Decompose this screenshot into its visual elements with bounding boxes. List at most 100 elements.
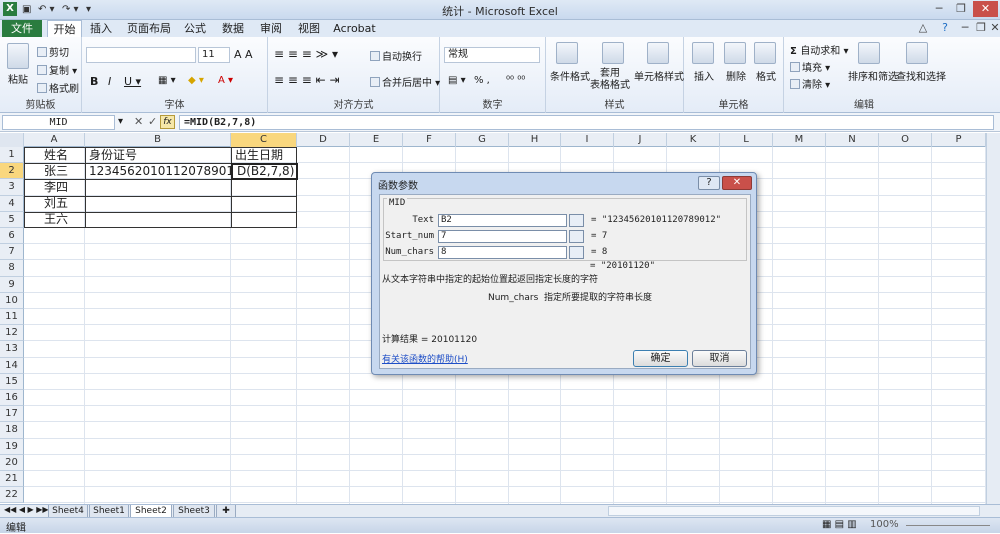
cell-c2-active[interactable]: D(B2,7,8) — [231, 163, 298, 180]
tab-file[interactable]: 文件 — [2, 20, 42, 37]
tab-formulas[interactable]: 公式 — [180, 20, 210, 37]
insert-cells-button[interactable]: 插入 — [694, 68, 714, 83]
row-header[interactable]: 7 — [0, 244, 24, 261]
cell-b2[interactable]: 12345620101120789012 — [85, 163, 242, 179]
row-header[interactable]: 12 — [0, 325, 24, 342]
insert-function-icon[interactable]: fx — [160, 115, 175, 129]
collapse-dialog-icon[interactable] — [569, 246, 584, 259]
insert-cells-icon[interactable] — [692, 42, 714, 64]
row-header[interactable]: 3 — [0, 179, 24, 196]
wrap-text-button[interactable]: 自动换行 — [370, 48, 422, 63]
doc-close-button[interactable]: ✕ — [984, 20, 1000, 36]
help-icon[interactable]: ? — [934, 20, 956, 36]
ok-button[interactable]: 确定 — [633, 350, 688, 367]
name-box[interactable]: MID — [2, 115, 115, 130]
clear-button[interactable]: 清除 ▾ — [790, 76, 830, 91]
function-help-link[interactable]: 有关该函数的帮助(H) — [382, 352, 468, 365]
sheet-nav-icons[interactable]: ◀◀ ◀ ▶ ▶▶ — [4, 505, 49, 514]
arg-input-start-num[interactable]: 7 — [438, 230, 567, 243]
italic-button[interactable]: I — [108, 75, 111, 88]
column-header[interactable]: H — [509, 133, 561, 147]
column-header[interactable]: N — [826, 133, 879, 147]
row-header[interactable]: 8 — [0, 260, 24, 277]
font-color-icon[interactable]: A ▾ — [218, 75, 233, 86]
find-select-icon[interactable] — [906, 42, 928, 64]
row-header[interactable]: 10 — [0, 292, 24, 309]
conditional-format-icon[interactable] — [556, 42, 578, 64]
border-icon[interactable]: ▦ ▾ — [158, 75, 176, 86]
underline-button[interactable]: U ▾ — [124, 75, 141, 88]
column-header[interactable]: J — [614, 133, 667, 147]
column-header[interactable]: I — [561, 133, 614, 147]
cell-styles-button[interactable]: 单元格样式 — [634, 68, 684, 83]
column-header[interactable]: C — [231, 133, 297, 147]
cell-a4[interactable]: 刘五 — [40, 195, 68, 211]
format-painter-button[interactable]: 格式刷 — [37, 80, 79, 95]
close-button[interactable]: ✕ — [973, 1, 998, 17]
row-header[interactable]: 17 — [0, 406, 24, 423]
cancel-button[interactable]: 取消 — [692, 350, 747, 367]
cell-styles-icon[interactable] — [647, 42, 669, 64]
cell-a3[interactable]: 李四 — [40, 179, 68, 195]
merge-center-button[interactable]: 合并后居中 ▾ — [370, 74, 440, 89]
column-header[interactable]: O — [879, 133, 932, 147]
column-header[interactable]: L — [720, 133, 773, 147]
column-header[interactable]: D — [297, 133, 350, 147]
copy-button[interactable]: 复制 ▾ — [37, 62, 77, 77]
row-header[interactable]: 16 — [0, 390, 24, 407]
cell-c1[interactable]: 出生日期 — [231, 147, 283, 163]
row-header[interactable]: 22 — [0, 487, 24, 504]
cell-b1[interactable]: 身份证号 — [85, 147, 137, 163]
delete-cells-icon[interactable] — [724, 42, 746, 64]
collapse-dialog-icon[interactable] — [569, 214, 584, 227]
row-header[interactable]: 1 — [0, 147, 24, 164]
arg-input-text[interactable]: B2 — [438, 214, 567, 227]
conditional-format-button[interactable]: 条件格式 — [550, 68, 590, 83]
row-header[interactable]: 4 — [0, 195, 24, 212]
fill-color-icon[interactable]: ◆ ▾ — [188, 75, 204, 86]
sort-filter-icon[interactable] — [858, 42, 880, 64]
delete-cells-button[interactable]: 删除 — [726, 68, 746, 83]
paste-icon[interactable] — [7, 43, 29, 69]
zoom-slider[interactable] — [906, 525, 990, 526]
vertical-scrollbar[interactable] — [986, 133, 1000, 504]
row-header[interactable]: 21 — [0, 471, 24, 488]
number-format-combo[interactable]: 常规 — [444, 47, 540, 63]
cut-button[interactable]: 剪切 — [37, 44, 69, 59]
row-header[interactable]: 20 — [0, 454, 24, 471]
cell-a2[interactable]: 张三 — [40, 163, 68, 179]
dialog-close-button[interactable]: ✕ — [722, 176, 752, 190]
row-header[interactable]: 5 — [0, 211, 24, 228]
arg-input-num-chars[interactable]: 8 — [438, 246, 567, 259]
column-header[interactable]: A — [24, 133, 85, 147]
column-header[interactable]: P — [932, 133, 986, 147]
tab-acrobat[interactable]: Acrobat — [332, 20, 377, 37]
font-name-combo[interactable] — [86, 47, 196, 63]
find-select-button[interactable]: 查找和选择 — [896, 68, 946, 83]
row-header[interactable]: 13 — [0, 341, 24, 358]
column-header[interactable]: B — [85, 133, 231, 147]
row-header[interactable]: 2 — [0, 163, 24, 180]
row-header[interactable]: 19 — [0, 438, 24, 455]
grow-font-icon[interactable]: A A — [234, 48, 253, 61]
fill-button[interactable]: 填充 ▾ — [790, 59, 830, 74]
column-header[interactable]: G — [456, 133, 509, 147]
row-header[interactable]: 15 — [0, 373, 24, 390]
table-format-icon[interactable] — [602, 42, 624, 64]
column-header[interactable]: E — [350, 133, 403, 147]
cell-a1[interactable]: 姓名 — [40, 147, 68, 163]
row-header[interactable]: 18 — [0, 422, 24, 439]
formula-input[interactable]: =MID(B2,7,8) — [179, 115, 994, 130]
minimize-button[interactable]: ─ — [928, 1, 950, 17]
currency-icon[interactable]: ▤ ▾ — [448, 75, 466, 86]
cancel-entry-icon[interactable]: ✕ — [134, 115, 143, 128]
tab-view[interactable]: 视图 — [294, 20, 324, 37]
format-cells-button[interactable]: 格式 — [756, 68, 776, 83]
collapse-dialog-icon[interactable] — [569, 230, 584, 243]
align-top-icons[interactable]: ≡ ≡ ≡ ≫ ▾ — [274, 47, 338, 61]
column-header[interactable]: M — [773, 133, 826, 147]
autosum-button[interactable]: Σ 自动求和 ▾ — [790, 42, 849, 57]
view-mode-icons[interactable]: ▦ ▤ ▥ — [822, 519, 857, 530]
paste-button[interactable]: 粘贴 — [8, 71, 28, 86]
cell-a5[interactable]: 王六 — [40, 211, 68, 227]
